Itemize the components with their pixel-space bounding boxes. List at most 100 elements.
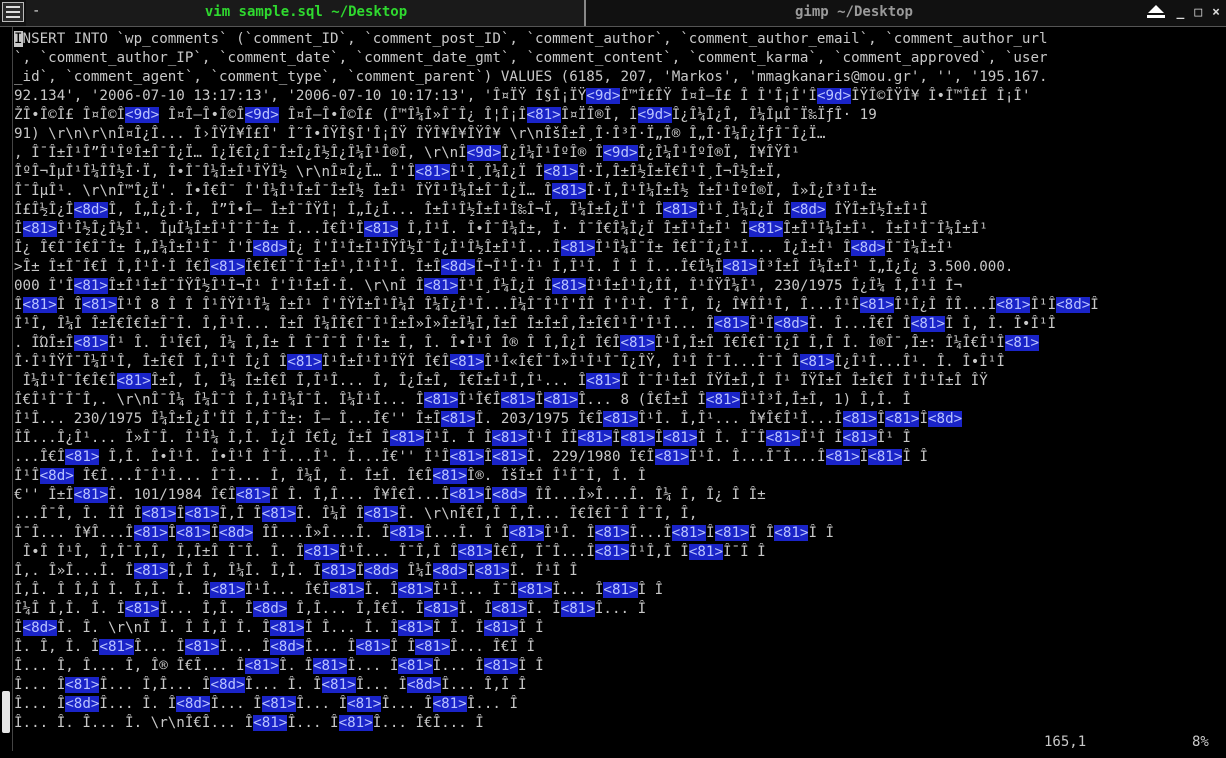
hex-escape: <81>	[364, 221, 399, 237]
hex-escape: <81>	[500, 392, 536, 408]
hex-escape: <81>	[184, 639, 220, 655]
hex-escape: <81>	[1004, 335, 1040, 351]
hex-escape: <81>	[142, 506, 177, 522]
editor-line: Î¹Î, Î¼Î Î±Î€Î€Î±Î¯Î. Î,Î¹Î... Î±Î Î¼ÎÎ€…	[14, 316, 1057, 332]
hex-escape: <8d>	[1056, 297, 1091, 313]
hex-escape: <81>	[133, 525, 168, 541]
hex-escape: <81>	[842, 411, 877, 427]
hex-escape: <81>	[996, 297, 1031, 313]
hex-escape: <81>	[688, 544, 723, 560]
hex-escape: <81>	[415, 164, 450, 180]
menu-icon[interactable]	[2, 2, 24, 22]
hex-escape: <9d>	[244, 107, 279, 123]
hex-escape: <81>	[543, 164, 578, 180]
hex-escape: <81>	[552, 183, 587, 199]
scrollbar-thumb[interactable]	[2, 691, 10, 733]
hex-escape: <81>	[210, 582, 245, 598]
hex-escape: <81>	[654, 449, 689, 465]
hex-escape: <81>	[449, 354, 484, 370]
hex-escape: <81>	[449, 449, 484, 465]
hex-escape: <81>	[304, 544, 339, 560]
hex-escape: <8d>	[270, 639, 305, 655]
scrollbar[interactable]	[0, 27, 13, 751]
scroll-percent: 8%	[1192, 734, 1209, 750]
hex-escape: <81>	[253, 715, 288, 731]
editor-line: Î•Î Î¹Î, Î,Î¯Î,Î, Î,Î±Î Î¯Î. Î. Î<81>Î¹Î…	[14, 544, 766, 560]
hex-escape: <81>	[603, 582, 638, 598]
editor-line: Î¼Î¹Î¯Î€Î€Î<81>Î±Î, Î, Î¼ Î±Î€Î Î,Î¹Î...…	[14, 373, 988, 389]
hex-escape: <9d>	[466, 145, 501, 161]
hex-escape: <81>	[184, 506, 220, 522]
hex-escape: <8d>	[219, 525, 254, 541]
hex-escape: <8d>	[253, 601, 288, 617]
hex-escape: <81>	[125, 601, 160, 617]
editor-line: ...Î€Î<81> Î,Î. Î•Î¹Î. Î•Î¹Î Î¯Î...Î¹. Î…	[14, 449, 929, 465]
editor-line: ÎÎ...Î¿Î¹... Î»Î¯Î. Î¹Î¼ Î,Î. Î¿Î Î€Î¿ Î…	[14, 430, 911, 446]
hex-escape: <81>	[82, 297, 117, 313]
hex-escape: <81>	[389, 430, 425, 446]
tab-bar: - vim sample.sql ~/Desktop gimp ~/Deskto…	[0, 0, 1226, 27]
hex-escape: <81>	[176, 525, 211, 541]
hex-escape: <81>	[483, 658, 518, 674]
hex-escape: <8d>	[22, 620, 57, 636]
hex-escape: <81>	[526, 107, 561, 123]
editor-line: INSERT INTO `wp_comments` (`comment_ID`,…	[14, 31, 1048, 47]
status-line: 165,1 8%	[0, 734, 1226, 754]
close-button[interactable]: ×	[1212, 5, 1220, 21]
hex-escape: <81>	[73, 487, 108, 503]
hex-escape: <8d>	[253, 240, 288, 256]
hex-escape: <8d>	[441, 259, 476, 275]
hex-escape: <81>	[671, 525, 706, 541]
editor-line: 92.134', '2006-07-10 13:17:13', '2006-07…	[14, 88, 1031, 104]
hex-escape: <9d>	[586, 88, 621, 104]
hex-escape: <9d>	[816, 88, 852, 104]
editor-line: Î¼Î Î,Î. Î. Î<81>Î... Î,Î. Î<8d> Î,Î... …	[14, 601, 647, 617]
minimize-button[interactable]: _	[1177, 5, 1185, 21]
hex-escape: <81>	[424, 278, 459, 294]
editor-line: `, `comment_author_IP`, `comment_date`, …	[14, 50, 1048, 66]
hex-escape: <81>	[312, 658, 348, 674]
editor-line: ...Î¯Î, Î. ÎÎ Î<81>Î<81>Î,Î Î<81>Î. Î¼Î …	[14, 506, 698, 522]
hex-escape: <81>	[355, 639, 390, 655]
editor-line: Î... Î. Î... Î. \r\nÎ€Î... Î<81>Î... Î<8…	[14, 715, 484, 731]
hex-escape: <81>	[458, 544, 493, 560]
hex-escape: <9d>	[603, 145, 638, 161]
editor-line: Î,Î. Î Î,Î Î. Î,Î. Î. Î<81>Î¹Î... Î€Î<81…	[14, 582, 664, 598]
hex-escape: <81>	[133, 563, 168, 579]
hex-escape: <81>	[330, 582, 365, 598]
editor-line: , Î¯Î±Î¹Î”Î¹ÎºÎ±Î¯Î¿Ï… Î¿Ï€Î¿Î¯Î±Î¿Î½Î¿Î…	[14, 145, 800, 161]
hex-escape: <8d>	[928, 411, 963, 427]
hex-escape: <81>	[432, 468, 467, 484]
hex-escape: <81>	[842, 430, 877, 446]
cursor-position: 165,1	[1044, 734, 1087, 750]
maximize-button[interactable]: □	[1194, 5, 1202, 21]
editor-line: _id`, `comment_agent`, `comment_type`, `…	[14, 69, 1048, 85]
hex-escape: <81>	[868, 449, 903, 465]
hex-escape: <81>	[483, 620, 518, 636]
hex-escape: <81>	[603, 411, 638, 427]
restore-icon[interactable]	[1145, 4, 1167, 22]
hex-escape: <81>	[73, 335, 108, 351]
hex-escape: <81>	[492, 449, 527, 465]
tab-gimp[interactable]: gimp ~/Desktop	[588, 0, 1120, 26]
hex-escape: <81>	[799, 354, 835, 370]
hex-escape: <81>	[210, 259, 245, 275]
text-cursor: I	[14, 31, 23, 47]
hex-escape: <81>	[287, 354, 322, 370]
tab-vim[interactable]: - vim sample.sql ~/Desktop	[26, 0, 586, 26]
editor-line: Î... Î<8d>Î... Î. Î<8d>Î... Î<81>Î... Î<…	[14, 696, 518, 712]
hex-escape: <81>	[398, 658, 433, 674]
hex-escape: <81>	[714, 316, 749, 332]
editor-line: Î¹Î... 230/1975 Î¼Î±Î¿Î'ÎÎ Î,Î¯Î±: Î– Î.…	[14, 411, 963, 427]
tab-label: gimp ~/Desktop	[794, 4, 913, 20]
hex-escape: <81>	[910, 316, 946, 332]
hex-escape: <81>	[586, 373, 621, 389]
hex-escape: <81>	[415, 639, 450, 655]
hex-escape: <81>	[885, 411, 920, 427]
hex-escape: <81>	[22, 221, 57, 237]
editor-line: €'' Î±Î<81>Î. 101/1984 Î€Î<81>Î Î. Î,Î..…	[14, 487, 766, 503]
editor-line: Î<81>Î Î<81>Î¹Î 8 Î Î Î¹ÎŸÎ¹Î¼ Î±Î¹ Î'ÎŸ…	[14, 297, 1099, 313]
editor-text[interactable]: INSERT INTO `wp_comments` (`comment_ID`,…	[14, 30, 1224, 738]
hex-escape: <8d>	[39, 468, 74, 484]
editor-line: Î€Î¹Î¯Î¯Î,. \r\nÎ¯Î¼ Î¼Î¯Î Î,Î¹Î¼Î¯Î. Î¼…	[14, 392, 911, 408]
